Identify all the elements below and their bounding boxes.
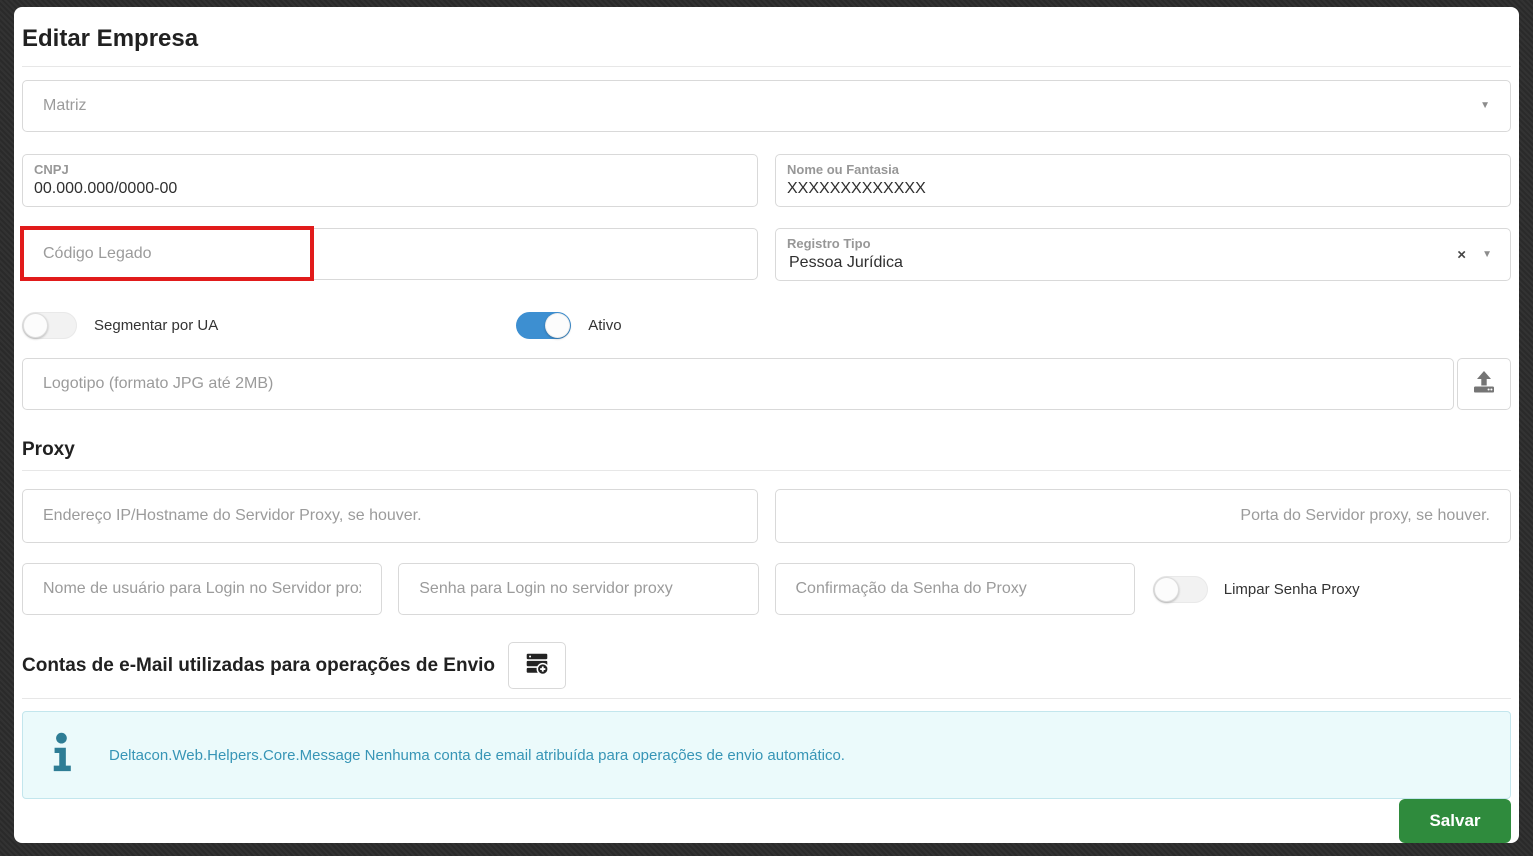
ativo-group: Ativo — [516, 311, 622, 339]
ativo-toggle[interactable] — [516, 311, 572, 339]
add-email-account-button[interactable] — [508, 642, 567, 689]
window-frame: Editar Empresa Matriz ▼ CNPJ Nome ou Fan… — [0, 0, 1533, 856]
info-alert: Deltacon.Web.Helpers.Core.Message Nenhum… — [22, 711, 1511, 799]
nome-fantasia-field[interactable]: Nome ou Fantasia — [775, 154, 1511, 207]
matriz-select[interactable]: Matriz ▼ — [22, 80, 1511, 132]
proxy-host-input[interactable] — [22, 489, 758, 543]
proxy-port-input[interactable] — [775, 489, 1511, 543]
footer-actions: Salvar — [22, 799, 1511, 843]
logotipo-upload-group — [22, 358, 1511, 410]
segmentar-ua-group: Segmentar por UA — [22, 311, 219, 339]
alert-message: Deltacon.Web.Helpers.Core.Message Nenhum… — [109, 746, 845, 764]
toggles-row: Segmentar por UA Ativo — [22, 311, 1511, 339]
proxy-password-input[interactable] — [398, 563, 759, 615]
toggle-knob — [545, 312, 571, 338]
toggle-knob — [1153, 576, 1179, 602]
clear-proxy-password-group: Limpar Senha Proxy — [1151, 563, 1511, 615]
logotipo-input[interactable] — [22, 358, 1454, 410]
info-icon — [51, 731, 73, 780]
server-add-icon — [524, 650, 550, 681]
nome-fantasia-input[interactable] — [787, 178, 1498, 201]
segmentar-ua-label: Segmentar por UA — [94, 316, 219, 334]
segmentar-ua-toggle[interactable] — [22, 311, 77, 339]
title-divider — [22, 66, 1511, 67]
edit-company-panel: Editar Empresa Matriz ▼ CNPJ Nome ou Fan… — [14, 7, 1519, 843]
proxy-section-heading: Proxy — [22, 439, 75, 460]
nome-fantasia-label: Nome ou Fantasia — [787, 162, 899, 177]
registro-tipo-value: Pessoa Jurídica — [789, 254, 903, 272]
codigo-legado-wrapper — [20, 226, 758, 281]
save-button[interactable]: Salvar — [1399, 799, 1511, 843]
registro-tipo-select[interactable]: Registro Tipo Pessoa Jurídica × ▼ — [775, 228, 1511, 281]
email-accounts-heading: Contas de e-Mail utilizadas para operaçõ… — [22, 654, 496, 676]
clear-selection-icon[interactable]: × — [1457, 246, 1466, 263]
proxy-divider — [22, 470, 1511, 471]
chevron-down-icon: ▼ — [1480, 100, 1490, 111]
cnpj-input[interactable] — [34, 178, 745, 201]
toggle-knob — [23, 312, 48, 338]
proxy-username-input[interactable] — [22, 563, 383, 615]
codigo-legado-input[interactable] — [22, 228, 758, 280]
clear-proxy-password-toggle[interactable] — [1152, 575, 1208, 603]
matriz-select-placeholder: Matriz — [43, 97, 87, 114]
chevron-down-icon: ▼ — [1482, 248, 1492, 260]
cnpj-label: CNPJ — [34, 162, 69, 177]
page-title: Editar Empresa — [22, 25, 199, 52]
email-divider — [22, 698, 1511, 699]
cnpj-field[interactable]: CNPJ — [22, 154, 758, 207]
email-accounts-heading-row: Contas de e-Mail utilizadas para operaçõ… — [22, 642, 1511, 689]
upload-button[interactable] — [1457, 358, 1511, 410]
upload-icon — [1472, 370, 1496, 398]
ativo-label: Ativo — [588, 316, 622, 334]
registro-tipo-label: Registro Tipo — [787, 236, 871, 251]
proxy-password-confirm-input[interactable] — [774, 563, 1135, 615]
clear-proxy-password-label: Limpar Senha Proxy — [1223, 580, 1360, 598]
